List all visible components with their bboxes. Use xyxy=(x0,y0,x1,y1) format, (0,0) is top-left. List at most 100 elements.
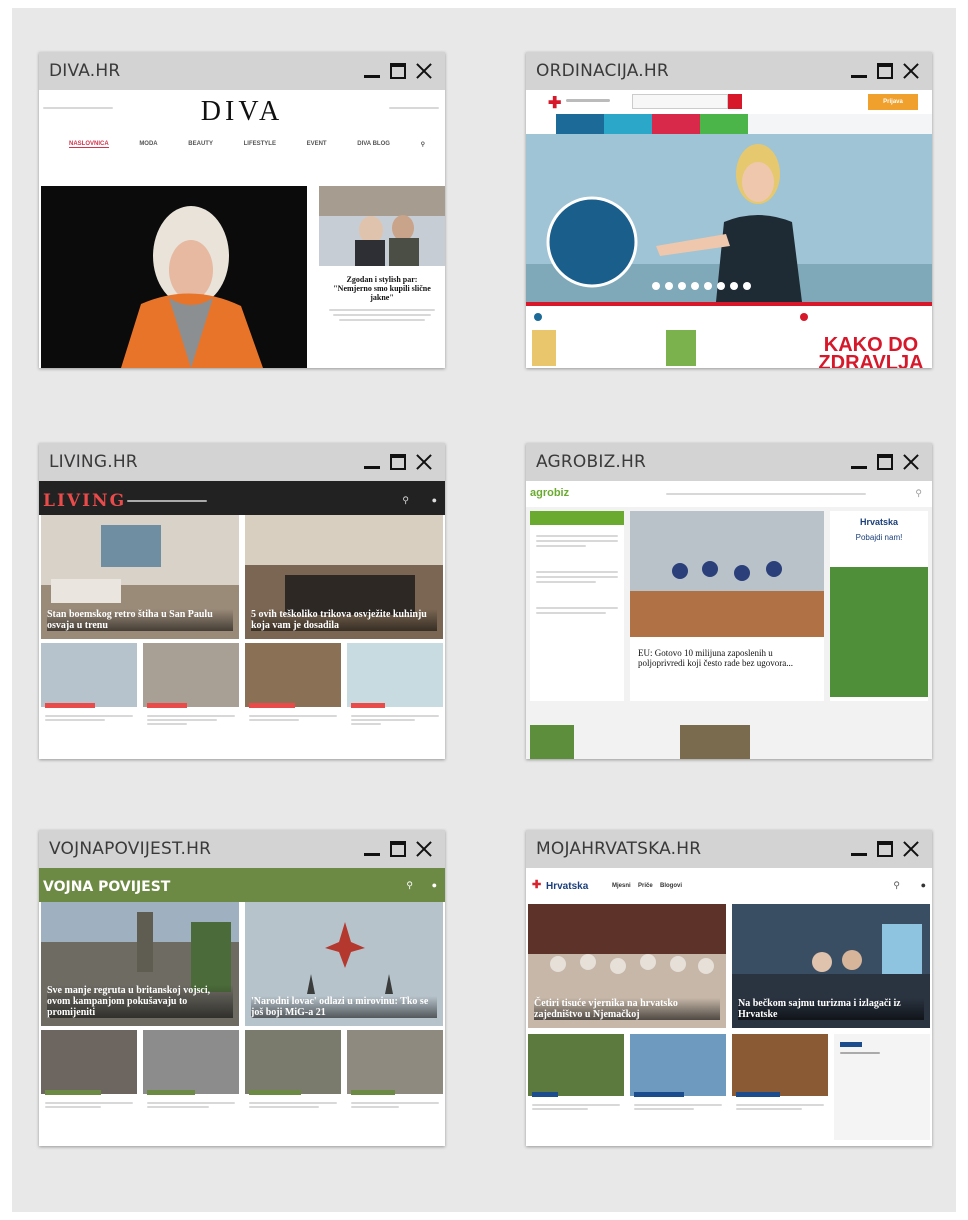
website-screenshot: agrobiz ⚲ EU: Gotovo 10 milijuna zaposle… xyxy=(526,481,932,759)
nav-item[interactable]: DIVA BLOG xyxy=(357,141,390,148)
promo-text: KAKO DO ZDRAVLJA xyxy=(818,336,924,368)
maximize-icon[interactable] xyxy=(874,60,896,82)
close-icon[interactable] xyxy=(413,451,435,473)
hero-article[interactable]: 'Narodni lovac' odlazi u mirovinu: Tko s… xyxy=(245,902,443,1026)
tab[interactable] xyxy=(700,114,748,134)
search-icon[interactable]: ⚲ xyxy=(915,488,922,499)
minimize-icon[interactable] xyxy=(361,838,383,860)
window-ordinacija: ORDINACIJA.HR ✚ Prijava KAKO DO ZDRAVLJA xyxy=(526,52,932,368)
maximize-icon[interactable] xyxy=(387,60,409,82)
hero-article[interactable]: Stan boemskog retro štiha u San Paulu os… xyxy=(41,515,239,639)
user-icon[interactable]: ● xyxy=(432,495,437,505)
close-icon[interactable] xyxy=(413,838,435,860)
site-logo: agrobiz xyxy=(530,487,570,499)
close-icon[interactable] xyxy=(900,451,922,473)
website-screenshot: DIVA NASLOVNICA MODA BEAUTY LIFESTYLE EV… xyxy=(39,90,445,368)
window-title: LIVING.HR xyxy=(49,452,138,472)
login-button[interactable]: Prijava xyxy=(868,94,918,110)
search-input[interactable] xyxy=(632,94,728,109)
search-icon[interactable]: ⚲ xyxy=(421,141,425,148)
tab[interactable] xyxy=(652,114,700,134)
article-card[interactable] xyxy=(41,1030,137,1140)
hero-caption: 5 ovih teškoliko trikova osvježite kuhin… xyxy=(251,609,437,631)
website-screenshot: ✚ Hrvatska Mjesni Priče Blogovi ⚲ ● Četi… xyxy=(526,868,932,1146)
side-article[interactable]: Zgodan i stylish par: "Nemjerno smo kupi… xyxy=(319,186,445,368)
hero-slider[interactable] xyxy=(526,134,932,302)
site-header: ✚ Hrvatska Mjesni Priče Blogovi ⚲ ● xyxy=(526,868,932,902)
user-icon[interactable]: ● xyxy=(921,880,926,890)
hero-article[interactable]: Četiri tisuće vjernika na hrvatsko zajed… xyxy=(528,904,726,1028)
article-card[interactable] xyxy=(245,1030,341,1140)
article-card[interactable] xyxy=(41,643,137,753)
minimize-icon[interactable] xyxy=(848,60,870,82)
window-title: MOJAHRVATSKA.HR xyxy=(536,839,702,859)
search-icon[interactable] xyxy=(728,94,742,109)
close-icon[interactable] xyxy=(900,838,922,860)
hero-article[interactable]: Sve manje regruta u britanskoj vojsci, o… xyxy=(41,902,239,1026)
hero-caption: Stan boemskog retro štiha u San Paulu os… xyxy=(47,609,233,631)
nav-item[interactable]: BEAUTY xyxy=(188,141,213,148)
nav-item[interactable]: LIFESTYLE xyxy=(244,141,276,148)
site-logo: Hrvatska xyxy=(546,881,589,892)
article-card[interactable] xyxy=(245,643,341,753)
maximize-icon[interactable] xyxy=(387,838,409,860)
search-icon[interactable]: ⚲ xyxy=(893,880,900,891)
search-icon[interactable]: ⚲ xyxy=(406,880,413,891)
search-icon[interactable]: ⚲ xyxy=(402,495,409,506)
window-titlebar[interactable]: DIVA.HR xyxy=(39,52,445,90)
nav-item[interactable]: EVENT xyxy=(307,141,327,148)
article-card[interactable] xyxy=(630,1034,726,1140)
window-titlebar[interactable]: VOJNAPOVIJEST.HR xyxy=(39,830,445,868)
maximize-icon[interactable] xyxy=(874,451,896,473)
article-card[interactable] xyxy=(732,1034,828,1140)
nav-item[interactable]: MODA xyxy=(139,141,157,148)
hero-caption: Sve manje regruta u britanskoj vojsci, o… xyxy=(47,985,233,1018)
window-titlebar[interactable]: AGROBIZ.HR xyxy=(526,443,932,481)
hero-article[interactable]: Na bečkom sajmu turizma i izlagači iz Hr… xyxy=(732,904,930,1028)
close-icon[interactable] xyxy=(900,60,922,82)
category-tabs xyxy=(526,114,932,134)
minimize-icon[interactable] xyxy=(848,451,870,473)
logo-icon: ✚ xyxy=(532,879,542,891)
info-icon xyxy=(800,313,808,321)
article-card[interactable] xyxy=(143,1030,239,1140)
site-nav: NASLOVNICA MODA BEAUTY LIFESTYLE EVENT D… xyxy=(69,141,425,148)
hero-caption: Četiri tisuće vjernika na hrvatsko zajed… xyxy=(534,998,720,1020)
side-headline: Zgodan i stylish par: "Nemjerno smo kupi… xyxy=(333,275,431,302)
maximize-icon[interactable] xyxy=(874,838,896,860)
website-screenshot: LIVING ⚲ ● Stan boemskog retro štiha u S… xyxy=(39,481,445,759)
site-logo: LIVING xyxy=(43,491,127,511)
nav-item[interactable]: NASLOVNICA xyxy=(69,141,109,148)
window-titlebar[interactable]: LIVING.HR xyxy=(39,443,445,481)
user-icon[interactable]: ● xyxy=(432,880,437,890)
article-card[interactable] xyxy=(347,643,443,753)
article-card[interactable] xyxy=(143,643,239,753)
hero-article[interactable]: 5 ovih teškoliko trikova osvježite kuhin… xyxy=(245,515,443,639)
ad-banner[interactable]: Hrvatska Pobajdi nam! xyxy=(830,511,928,701)
window-titlebar[interactable]: ORDINACIJA.HR xyxy=(526,52,932,90)
close-icon[interactable] xyxy=(413,60,435,82)
tab[interactable] xyxy=(556,114,604,134)
minimize-icon[interactable] xyxy=(361,60,383,82)
site-logo: DIVA xyxy=(200,96,284,127)
minimize-icon[interactable] xyxy=(361,451,383,473)
window-vojnapovijest: VOJNAPOVIJEST.HR VOJNA POVIJEST ⚲ ● Sve … xyxy=(39,830,445,1146)
site-header: VOJNA POVIJEST ⚲ ● xyxy=(39,868,445,902)
hero-image[interactable] xyxy=(41,186,307,368)
minimize-icon[interactable] xyxy=(848,838,870,860)
hero-article[interactable]: EU: Gotovo 10 milijuna zaposlenih u polj… xyxy=(630,511,824,701)
window-title: ORDINACIJA.HR xyxy=(536,61,669,81)
nav-item[interactable]: Blogovi xyxy=(660,883,682,889)
window-mojahrvatska: MOJAHRVATSKA.HR ✚ Hrvatska Mjesni Priče … xyxy=(526,830,932,1146)
window-living: LIVING.HR LIVING ⚲ ● Stan boemskog retro… xyxy=(39,443,445,759)
article-card[interactable] xyxy=(528,1034,624,1140)
website-screenshot: VOJNA POVIJEST ⚲ ● Sve manje regruta u b… xyxy=(39,868,445,1146)
article-card[interactable] xyxy=(347,1030,443,1140)
website-screenshot: ✚ Prijava KAKO DO ZDRAVLJA xyxy=(526,90,932,368)
maximize-icon[interactable] xyxy=(387,451,409,473)
nav-item[interactable]: Mjesni xyxy=(612,883,631,889)
tab[interactable] xyxy=(604,114,652,134)
ad-headline: Pobajdi nam! xyxy=(855,533,903,542)
window-titlebar[interactable]: MOJAHRVATSKA.HR xyxy=(526,830,932,868)
nav-item[interactable]: Priče xyxy=(638,883,653,889)
